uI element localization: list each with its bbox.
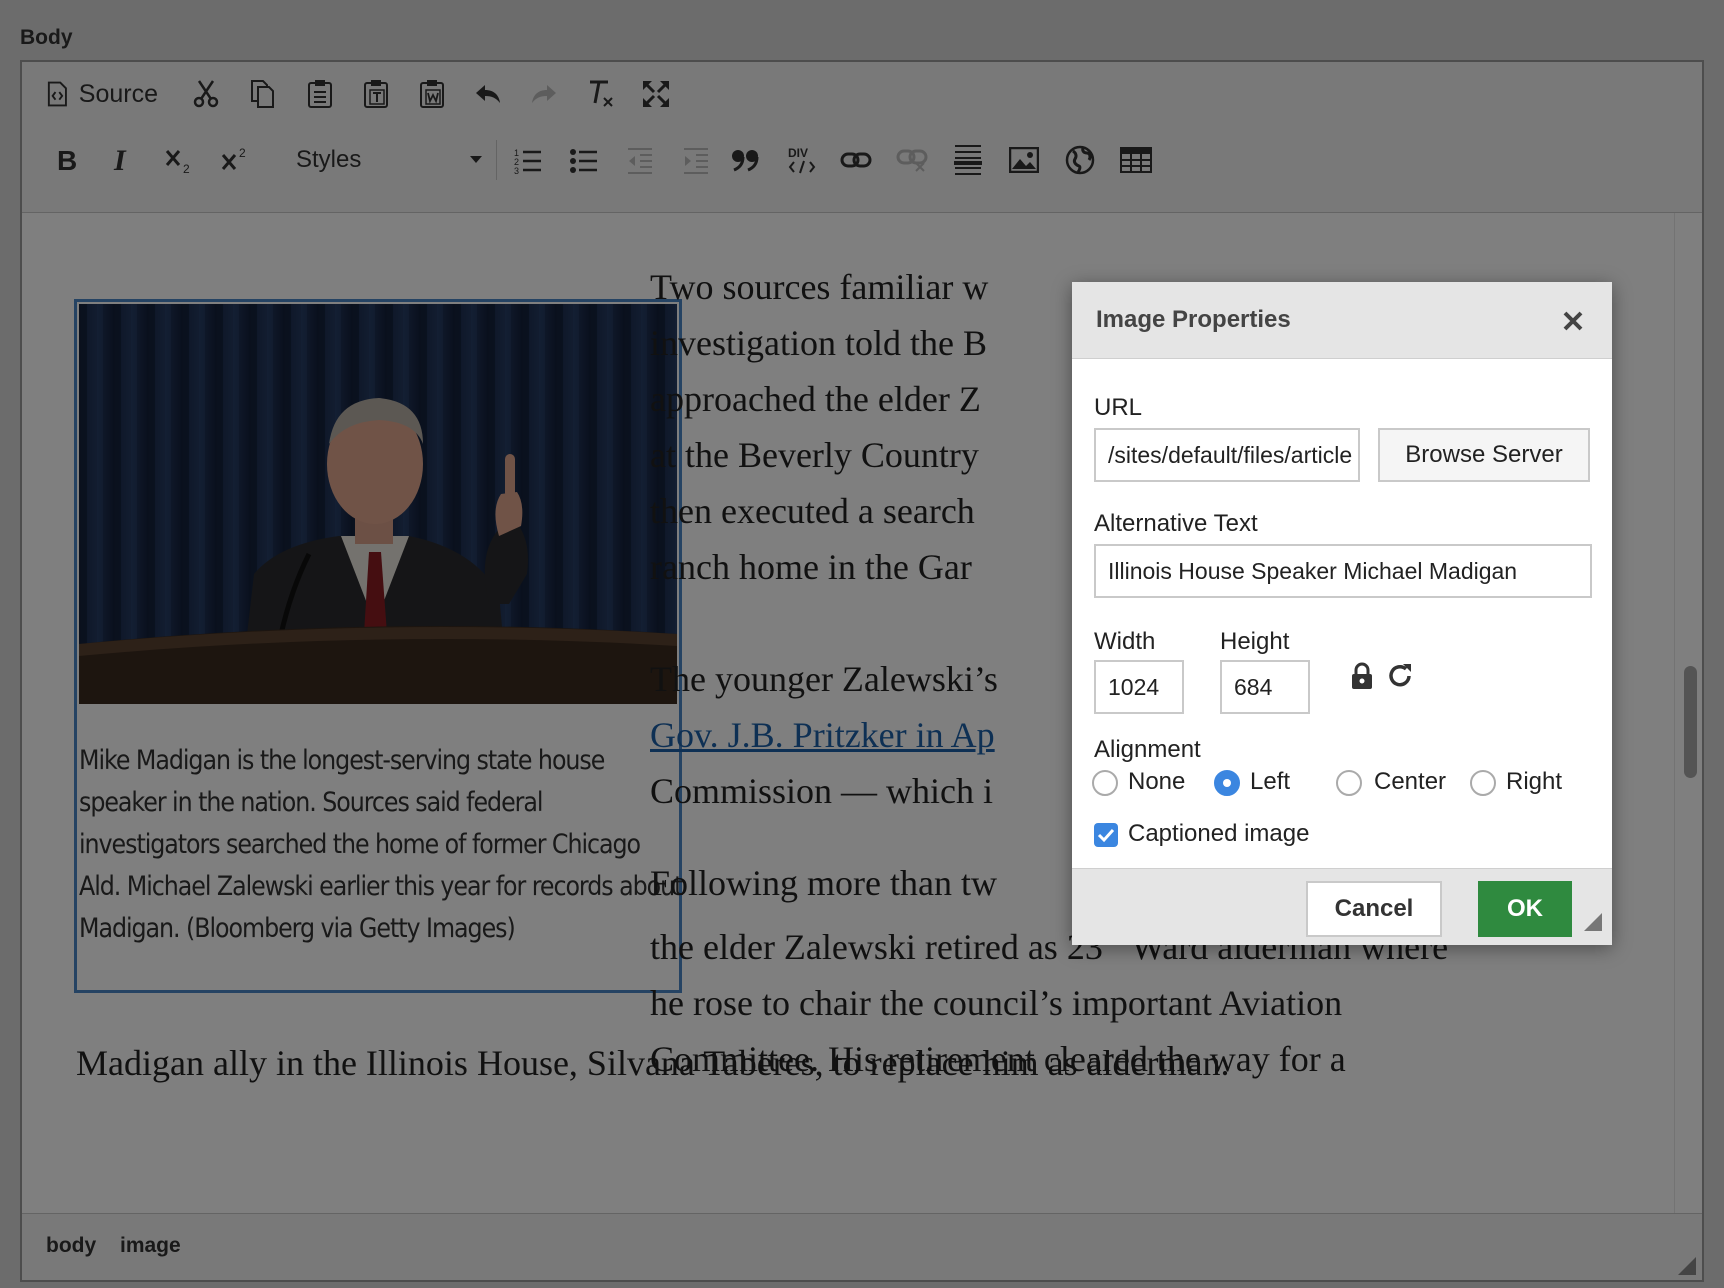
close-button[interactable] (1556, 304, 1590, 338)
url-label: URL (1094, 394, 1143, 421)
align-center-label: Center (1374, 768, 1447, 795)
alignment-label: Alignment (1094, 736, 1201, 763)
cancel-button[interactable]: Cancel (1306, 881, 1442, 937)
height-label: Height (1220, 628, 1290, 655)
image-properties-dialog: Image Properties URL /sites/default/file… (1072, 282, 1612, 945)
align-left-option[interactable]: Left (1214, 768, 1324, 798)
radio-none[interactable] (1092, 770, 1118, 796)
alt-text-label: Alternative Text (1094, 510, 1258, 537)
lock-icon (1352, 662, 1372, 689)
dialog-header[interactable]: Image Properties (1072, 282, 1612, 359)
dialog-resize-handle[interactable] (1584, 913, 1602, 931)
radio-center[interactable] (1336, 770, 1362, 796)
radio-right[interactable] (1470, 770, 1496, 796)
align-right-option[interactable]: Right (1470, 768, 1590, 798)
align-center-option[interactable]: Center (1336, 768, 1456, 798)
url-input[interactable]: /sites/default/files/article (1094, 428, 1360, 482)
refresh-icon (1389, 664, 1411, 687)
align-none-label: None (1128, 768, 1186, 795)
ok-button[interactable]: OK (1478, 881, 1572, 937)
reset-size-button[interactable] (1388, 662, 1418, 692)
width-label: Width (1094, 628, 1156, 655)
alt-text-input[interactable]: Illinois House Speaker Michael Madigan (1094, 544, 1592, 598)
radio-left[interactable] (1214, 770, 1240, 796)
align-left-label: Left (1250, 768, 1291, 795)
checkbox-checked-icon[interactable] (1094, 823, 1118, 847)
align-none-option[interactable]: None (1092, 768, 1212, 798)
width-input[interactable]: 1024 (1094, 660, 1184, 714)
captioned-image-label: Captioned image (1128, 820, 1310, 847)
close-icon (1563, 311, 1583, 331)
dialog-title: Image Properties (1096, 306, 1291, 333)
captioned-image-option[interactable]: Captioned image (1094, 820, 1354, 850)
align-right-label: Right (1506, 768, 1563, 795)
lock-ratio-button[interactable] (1350, 662, 1378, 692)
dialog-footer: Cancel OK (1072, 868, 1612, 945)
browse-server-button[interactable]: Browse Server (1378, 428, 1590, 482)
height-input[interactable]: 684 (1220, 660, 1310, 714)
